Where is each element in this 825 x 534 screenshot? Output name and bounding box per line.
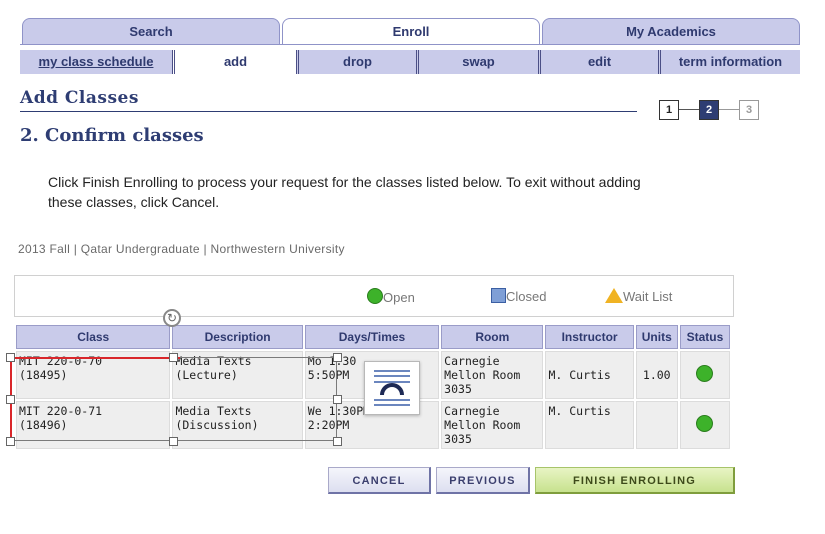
subtab-drop[interactable]: drop	[296, 50, 416, 74]
legend-closed-label: Closed	[506, 289, 547, 304]
resize-handle[interactable]	[169, 353, 178, 362]
col-header-days-times: Days/Times	[304, 325, 440, 349]
resize-handle[interactable]	[333, 395, 342, 404]
col-header-description: Description	[172, 325, 303, 349]
col-header-units: Units	[635, 325, 678, 349]
tab-divider	[20, 44, 800, 45]
tab-enroll[interactable]: Enroll	[282, 18, 540, 45]
cell-instructor: M. Curtis	[545, 401, 634, 449]
col-header-instructor: Instructor	[545, 325, 634, 349]
resize-handle[interactable]	[333, 353, 342, 362]
legend-wait-list: Wait List	[605, 288, 672, 304]
cell-description: Media Texts (Lecture)	[172, 351, 303, 399]
step-3: 3	[739, 100, 759, 120]
subtab-add[interactable]: add	[172, 50, 296, 74]
desc-type: (Lecture)	[175, 368, 238, 382]
col-header-status: Status	[679, 325, 730, 349]
sub-tab-bar: my class schedule add drop swap edit ter…	[20, 50, 800, 74]
rotate-handle-icon[interactable]: ↻	[163, 309, 181, 327]
status-legend: Open Closed Wait List	[14, 275, 734, 317]
closed-icon	[491, 288, 506, 303]
room-line: Carnegie	[444, 404, 500, 418]
subtab-edit[interactable]: edit	[538, 50, 658, 74]
room-line: Carnegie	[444, 354, 500, 368]
room-line: Mellon Room	[444, 418, 521, 432]
table-header-row: Class Description Days/Times Room Instru…	[16, 325, 730, 349]
step-1: 1	[659, 100, 679, 120]
selection-highlight	[10, 357, 180, 359]
subtab-swap[interactable]: swap	[416, 50, 538, 74]
class-number: (18495)	[19, 368, 68, 382]
subtab-my-class-schedule[interactable]: my class schedule	[20, 50, 172, 74]
room-line: 3035	[444, 382, 472, 396]
legend-closed: Closed	[491, 288, 546, 304]
cell-class: MIT 220-0-71 (18496)	[16, 401, 171, 449]
previous-button[interactable]: PREVIOUS	[436, 467, 530, 494]
cell-units: 1.00	[635, 351, 678, 399]
step-2-current: 2	[699, 100, 719, 120]
cancel-button[interactable]: CANCEL	[328, 467, 431, 494]
step-connector	[719, 109, 739, 110]
open-status-icon	[696, 365, 714, 382]
open-icon	[367, 288, 383, 304]
text-wrap-icon	[374, 370, 410, 406]
days-end: 2:20PM	[307, 418, 350, 432]
instructions-text: Click Finish Enrolling to process your r…	[48, 174, 641, 210]
finish-enrolling-button[interactable]: FINISH ENROLLING	[535, 467, 735, 494]
desc-type: (Discussion)	[175, 418, 259, 432]
cell-description: Media Texts (Discussion)	[172, 401, 303, 449]
class-number: (18496)	[19, 418, 68, 432]
room-line: 3035	[444, 432, 472, 446]
legend-wait-list-label: Wait List	[623, 289, 673, 304]
open-status-icon	[696, 415, 714, 432]
legend-open: Open	[367, 288, 415, 305]
col-header-room: Room	[441, 325, 544, 349]
step-connector	[679, 109, 699, 110]
cell-instructor: M. Curtis	[545, 351, 634, 399]
resize-handle[interactable]	[333, 437, 342, 446]
cell-room: Carnegie Mellon Room 3035	[441, 401, 544, 449]
desc-title: Media Texts	[175, 404, 252, 418]
cell-units	[635, 401, 678, 449]
resize-handle[interactable]	[6, 395, 15, 404]
layout-options-icon[interactable]	[364, 361, 420, 415]
cell-room: Carnegie Mellon Room 3035	[441, 351, 544, 399]
term-info: 2013 Fall | Qatar Undergraduate | Northw…	[18, 242, 345, 256]
tab-my-academics[interactable]: My Academics	[542, 18, 800, 45]
resize-handle[interactable]	[6, 353, 15, 362]
page-title: Add Classes	[20, 88, 139, 108]
class-code: MIT 220-0-71	[19, 404, 103, 418]
wait-list-icon	[605, 288, 623, 303]
col-header-class: Class	[16, 325, 171, 349]
resize-handle[interactable]	[6, 437, 15, 446]
legend-open-label: Open	[383, 290, 415, 305]
step-title: 2. Confirm classes	[20, 125, 204, 146]
cell-status	[679, 351, 730, 399]
subtab-term-information[interactable]: term information	[658, 50, 800, 74]
tab-search[interactable]: Search	[22, 18, 280, 45]
room-line: Mellon Room	[444, 368, 521, 382]
cell-status	[679, 401, 730, 449]
resize-handle[interactable]	[169, 437, 178, 446]
desc-title: Media Texts	[175, 354, 252, 368]
title-underline	[20, 111, 637, 112]
